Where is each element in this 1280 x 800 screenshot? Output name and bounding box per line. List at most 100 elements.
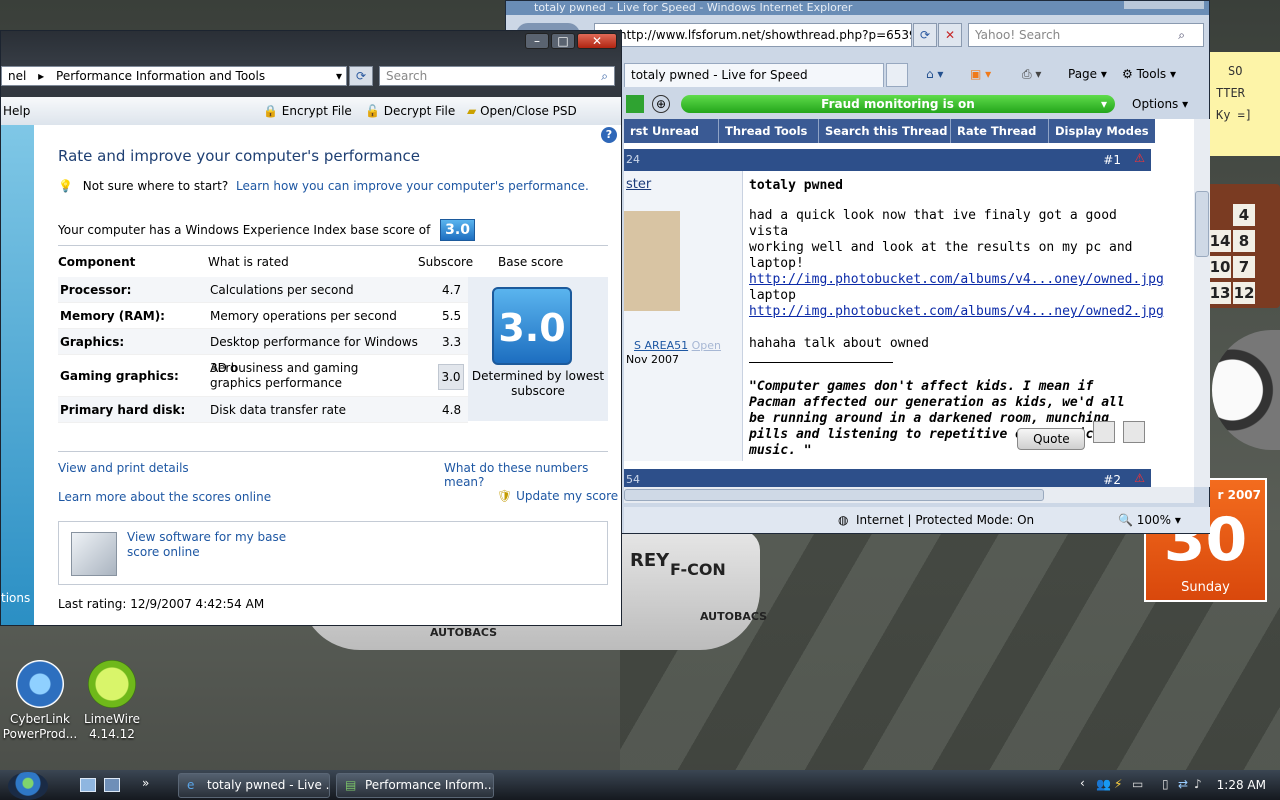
- horizontal-scrollbar[interactable]: [624, 487, 1194, 503]
- folder-icon: ▰: [467, 104, 477, 118]
- puzzle-tile[interactable]: 14: [1209, 230, 1231, 252]
- open-close-psd-button[interactable]: ▰ Open/Close PSD: [467, 97, 577, 125]
- tools-menu[interactable]: ⚙ Tools ▾: [1122, 63, 1176, 85]
- numbers-mean-link[interactable]: What do these numbers mean?: [444, 461, 621, 489]
- nav-first-unread[interactable]: rst Unread: [624, 119, 718, 143]
- monitor-icon[interactable]: ▭: [1132, 777, 1143, 791]
- tray-expand-icon[interactable]: ‹: [1080, 776, 1085, 790]
- post-number-link[interactable]: #1: [1103, 153, 1121, 167]
- puzzle-tile[interactable]: 4: [1233, 204, 1255, 226]
- power-icon[interactable]: ⚡: [1114, 777, 1122, 791]
- feeds-icon[interactable]: ▣ ▾: [970, 63, 991, 85]
- refresh-icon[interactable]: ⟳: [349, 66, 373, 86]
- learn-more-link[interactable]: Learn more about the scores online: [58, 490, 271, 504]
- ie-window-controls[interactable]: [1124, 1, 1204, 9]
- user-open-link[interactable]: Open: [692, 339, 721, 352]
- close-button[interactable]: ✕: [577, 33, 617, 49]
- taskbar-button-ie[interactable]: e totaly pwned - Live ...: [178, 773, 330, 798]
- user-team-link[interactable]: S AREA51: [634, 339, 688, 352]
- new-tab-button[interactable]: [886, 63, 908, 87]
- table-row: Memory (RAM): Memory operations per seco…: [58, 303, 468, 329]
- ie-titlebar[interactable]: totaly pwned - Live for Speed - Windows …: [506, 1, 1209, 15]
- stop-icon[interactable]: ✕: [938, 23, 962, 47]
- multi-quote-icon[interactable]: [1093, 421, 1116, 443]
- puzzle-tile[interactable]: 8: [1233, 230, 1255, 252]
- people-icon[interactable]: 👥: [1096, 777, 1111, 791]
- refresh-icon[interactable]: ⟳: [913, 23, 937, 47]
- row-subscore: 4.7: [442, 283, 462, 297]
- menu-help[interactable]: Help: [3, 97, 30, 125]
- nav-thread-tools[interactable]: Thread Tools: [718, 119, 818, 143]
- scrollbar-thumb[interactable]: [624, 489, 1044, 501]
- post-number-link[interactable]: #2: [1103, 473, 1121, 487]
- puzzle-tile[interactable]: 12: [1233, 282, 1255, 304]
- search-input[interactable]: Search ⌕: [379, 66, 615, 86]
- desktop-icon-cyberlink[interactable]: CyberLink PowerProd...: [0, 660, 80, 742]
- minimize-button[interactable]: –: [525, 33, 549, 49]
- desktop-icon-limewire[interactable]: LimeWire 4.14.12: [72, 660, 152, 742]
- yahoo-search-input[interactable]: Yahoo! Search ⌕: [968, 23, 1204, 47]
- home-icon[interactable]: ⌂ ▾: [926, 63, 943, 85]
- task-pane-link[interactable]: tions: [1, 591, 30, 605]
- open-close-label: Open/Close PSD: [480, 104, 577, 118]
- vertical-scrollbar[interactable]: [1194, 119, 1210, 487]
- nav-search-thread[interactable]: Search this Thread: [818, 119, 950, 143]
- puzzle-tile[interactable]: 7: [1233, 256, 1255, 278]
- nav-display-modes[interactable]: Display Modes: [1048, 119, 1155, 143]
- picture-puzzle-gadget[interactable]: 4 14 8 10 7 13 12: [1207, 184, 1280, 308]
- network-icon[interactable]: ⇄: [1178, 777, 1188, 791]
- puzzle-tile[interactable]: 10: [1209, 256, 1231, 278]
- quote-button[interactable]: Quote: [1017, 428, 1086, 450]
- decrypt-file-button[interactable]: 🔓 Decrypt File: [365, 97, 455, 125]
- lightbulb-icon: 💡: [58, 179, 73, 193]
- taskbar-button-performance[interactable]: ▤ Performance Inform...: [336, 773, 494, 798]
- puzzle-tile[interactable]: 13: [1209, 282, 1231, 304]
- chevron-right-icon: ▸: [38, 69, 45, 83]
- scrollbar-thumb[interactable]: [1195, 191, 1209, 257]
- volume-icon[interactable]: ♪: [1194, 777, 1202, 791]
- start-button[interactable]: [8, 772, 48, 800]
- show-desktop-icon[interactable]: [80, 778, 96, 792]
- search-icon[interactable]: ⌕: [1178, 24, 1185, 46]
- protected-mode-status[interactable]: Internet | Protected Mode: On: [856, 507, 1034, 533]
- encrypt-file-button[interactable]: 🔒 Encrypt File: [263, 97, 352, 125]
- zoom-control[interactable]: 🔍 100% ▾: [1118, 507, 1181, 533]
- ie-statusbar: ◍ Internet | Protected Mode: On 🔍 100% ▾: [624, 507, 1210, 533]
- quick-reply-icon[interactable]: [1123, 421, 1145, 443]
- globe-icon[interactable]: ⊕: [652, 95, 670, 113]
- fraud-monitoring-bar[interactable]: Fraud monitoring is on ▾: [681, 95, 1115, 113]
- zoom-level: 100%: [1136, 513, 1172, 527]
- chevron-down-icon[interactable]: ▾: [336, 67, 342, 85]
- page-menu[interactable]: Page ▾: [1068, 63, 1107, 85]
- maximize-button[interactable]: □: [551, 33, 575, 49]
- nav-rate-thread[interactable]: Rate Thread: [950, 119, 1048, 143]
- clock[interactable]: 1:28 AM: [1217, 778, 1266, 792]
- security-icon[interactable]: [626, 95, 644, 113]
- tab-totaly-pwned[interactable]: totaly pwned - Live for Speed: [624, 63, 884, 87]
- improve-performance-link[interactable]: Learn how you can improve your computer'…: [236, 179, 589, 193]
- report-icon[interactable]: ⚠: [1134, 471, 1145, 485]
- control-panel-icon: ▤: [345, 778, 357, 792]
- options-menu[interactable]: Options ▾: [1132, 95, 1188, 113]
- update-score-button[interactable]: 🛡 Update my score: [497, 489, 618, 503]
- help-icon[interactable]: ?: [601, 127, 617, 143]
- breadcrumb[interactable]: nel ▸ Performance Information and Tools …: [1, 66, 347, 86]
- sticky-note-gadget[interactable]: SO TTER Ky =]: [1210, 52, 1280, 156]
- search-icon[interactable]: ⌕: [601, 67, 608, 85]
- view-software-link[interactable]: View software for my base score online: [127, 530, 307, 560]
- photobucket-link-2[interactable]: http://img.photobucket.com/albums/v4...n…: [749, 304, 1164, 319]
- breadcrumb-parent[interactable]: nel: [8, 69, 26, 83]
- photobucket-link-1[interactable]: http://img.photobucket.com/albums/v4...o…: [749, 272, 1164, 287]
- notes-icon[interactable]: ▯: [1162, 777, 1169, 791]
- username-link[interactable]: ster: [626, 177, 651, 192]
- performance-window[interactable]: – □ ✕ nel ▸ Performance Information and …: [0, 30, 622, 626]
- switch-windows-icon[interactable]: [104, 778, 120, 792]
- view-print-details-link[interactable]: View and print details: [58, 461, 189, 475]
- report-icon[interactable]: ⚠: [1134, 151, 1145, 165]
- clock-gadget[interactable]: [1212, 330, 1280, 450]
- print-icon[interactable]: ⎙ ▾: [1022, 63, 1041, 85]
- address-bar[interactable]: http://www.lfsforum.net/showthread.php?p…: [594, 23, 912, 47]
- breadcrumb-current[interactable]: Performance Information and Tools: [56, 69, 265, 83]
- lock-icon: 🔒: [263, 104, 278, 118]
- quicklaunch-overflow-icon[interactable]: »: [142, 776, 149, 790]
